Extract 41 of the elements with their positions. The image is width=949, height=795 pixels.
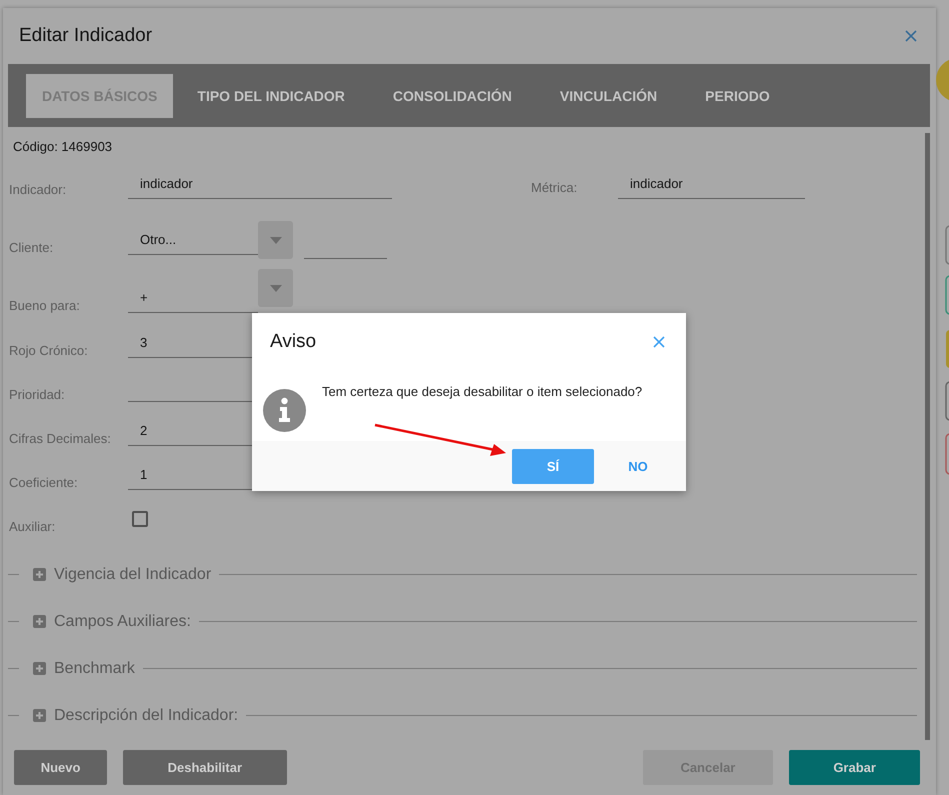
caret-icon: [270, 236, 282, 244]
expand-icon[interactable]: [33, 662, 46, 675]
section-title[interactable]: Benchmark: [54, 660, 135, 678]
field-label: Rojo Crónico:: [8, 343, 89, 360]
field-label: Cliente:: [8, 240, 54, 257]
section-title[interactable]: Descripción del Indicador:: [54, 706, 238, 724]
input-field[interactable]: indicador: [618, 169, 805, 199]
alert-message: Tem certeza que deseja desabilitar o item selecionado?: [322, 384, 642, 399]
field-label: Coeficiente:: [8, 475, 79, 492]
footer-button[interactable]: Deshabilitar: [123, 750, 287, 784]
alert-title: Aviso: [270, 331, 316, 353]
close-icon[interactable]: [904, 29, 918, 43]
info-icon: [263, 389, 306, 432]
field-label: Prioridad:: [8, 387, 66, 404]
footer-button[interactable]: Nuevo: [14, 750, 108, 784]
input-field[interactable]: indicador: [128, 169, 392, 199]
tab[interactable]: PERIODO: [689, 74, 786, 118]
tab[interactable]: VINCULACIÓN: [544, 74, 674, 118]
tab[interactable]: TIPO DEL INDICADOR: [181, 74, 361, 118]
code-text: Código: 1469903: [12, 138, 114, 156]
expand-icon[interactable]: [33, 615, 46, 628]
dropdown-button[interactable]: [258, 221, 293, 259]
close-icon[interactable]: [652, 335, 666, 349]
section-title[interactable]: Vigencia del Indicador: [54, 566, 212, 584]
tab[interactable]: CONSOLIDACIÓN: [376, 74, 528, 118]
expand-icon[interactable]: [33, 568, 46, 581]
expand-icon[interactable]: [33, 709, 46, 722]
field-label: Cifras Decimales:: [8, 431, 112, 448]
section-title[interactable]: Campos Auxiliares:: [54, 612, 191, 630]
dropdown-button[interactable]: [258, 269, 293, 307]
field-label: Auxiliar:: [8, 519, 56, 536]
field-label: Indicador:: [8, 182, 68, 199]
field-label: Bueno para:: [8, 298, 81, 315]
window-title: Editar Indicador: [19, 25, 152, 47]
scrollbar[interactable]: [925, 133, 930, 740]
field-label: Métrica:: [531, 180, 578, 197]
cancel-button[interactable]: NO: [608, 448, 668, 484]
confirm-button[interactable]: SÍ: [512, 448, 594, 484]
footer-button[interactable]: Grabar: [789, 750, 920, 784]
caret-icon: [270, 284, 282, 292]
checkbox[interactable]: [132, 511, 148, 527]
